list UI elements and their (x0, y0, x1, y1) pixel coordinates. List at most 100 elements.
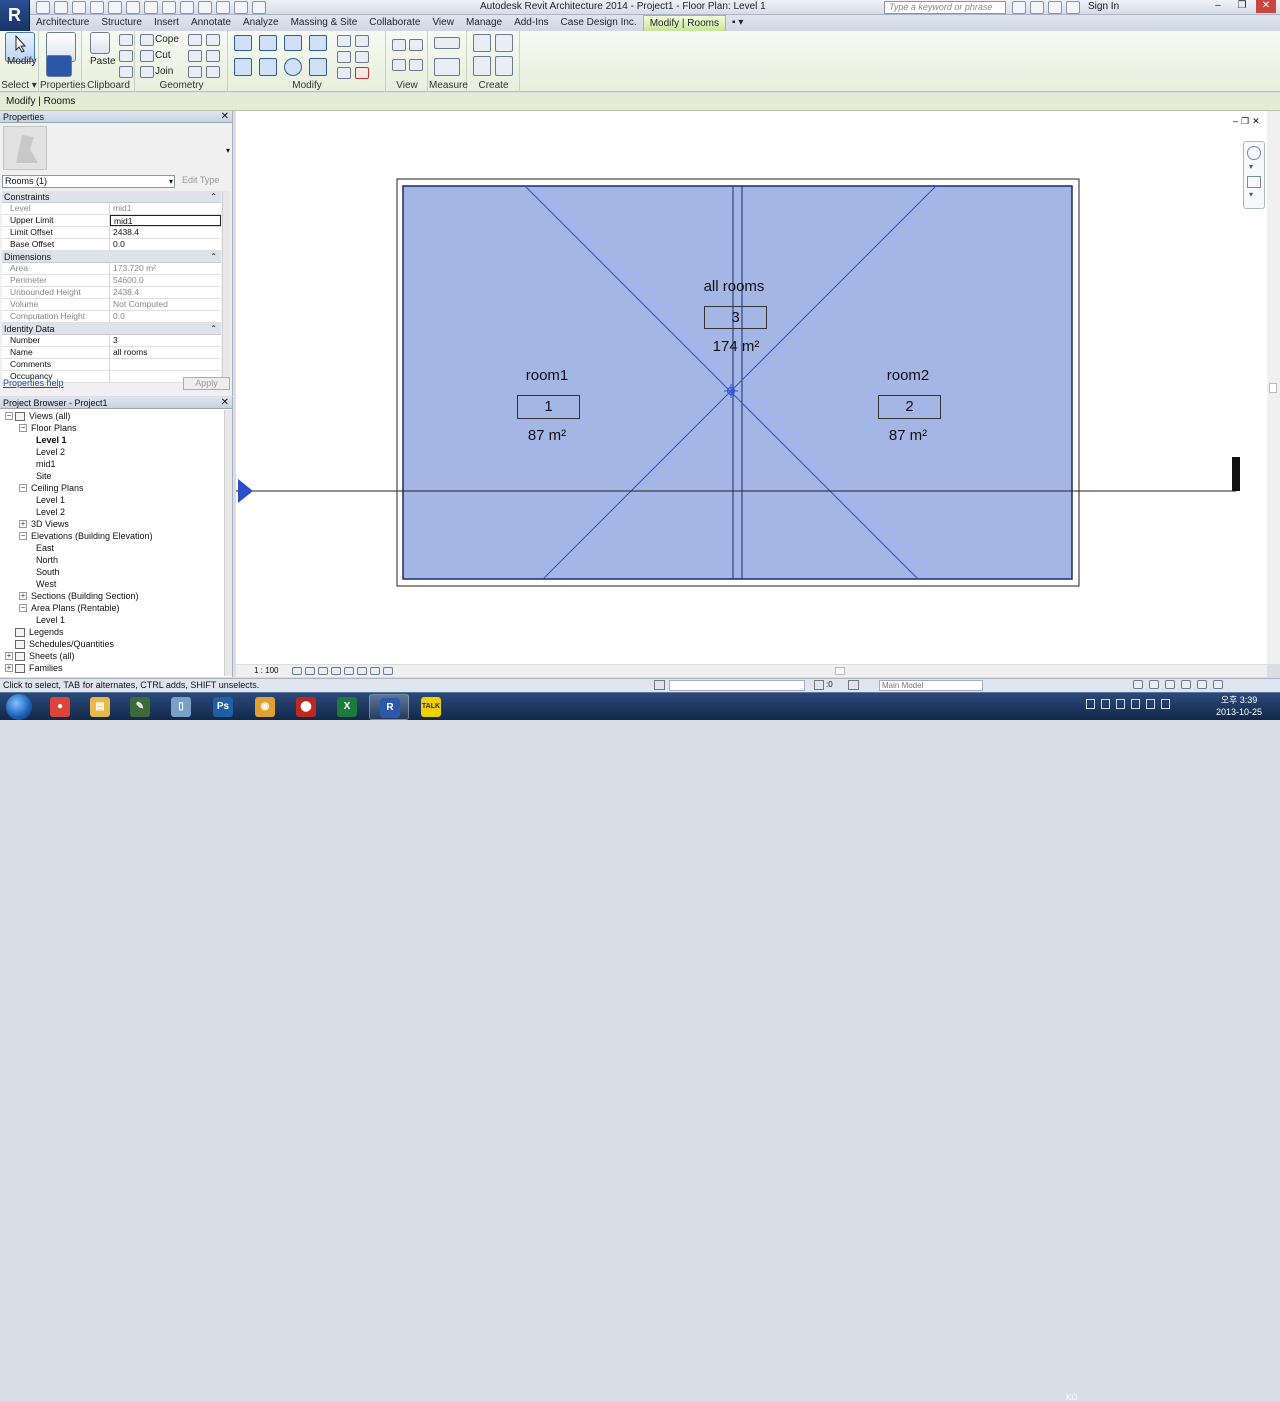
tab-massing-site[interactable]: Massing & Site (285, 15, 364, 31)
measure-between-icon[interactable] (434, 37, 460, 49)
properties-help-link[interactable]: Properties help (3, 378, 64, 388)
volume-icon[interactable] (1161, 699, 1170, 709)
binoculars-icon[interactable] (1012, 1, 1026, 14)
hide-in-view-icon[interactable] (392, 39, 406, 51)
print-icon[interactable] (126, 1, 140, 14)
tab-modify-rooms[interactable]: Modify | Rooms (642, 15, 726, 31)
trim-extend-icon[interactable] (309, 58, 327, 76)
browser-tree-node[interactable]: South (0, 566, 224, 578)
tab-collaborate[interactable]: Collaborate (363, 15, 426, 31)
demolish-icon[interactable] (206, 50, 220, 62)
edit-type-button[interactable]: Edit Type (182, 175, 219, 185)
tray-icon-4[interactable] (1131, 699, 1140, 709)
select-pinned-icon[interactable] (1165, 680, 1175, 689)
browser-tree-node[interactable]: East (0, 542, 224, 554)
browser-tree-node[interactable]: + Families (0, 662, 224, 674)
collapse-icon[interactable]: ⌃ (210, 323, 217, 335)
create-similar-icon[interactable] (495, 56, 513, 76)
collapse-icon[interactable]: − (19, 532, 27, 540)
tray-icon-2[interactable] (1101, 699, 1110, 709)
undo-icon[interactable] (90, 1, 104, 14)
scale-icon[interactable] (355, 51, 369, 63)
measure-icon[interactable] (144, 1, 158, 14)
temporary-hide-icon[interactable] (370, 667, 380, 675)
sun-path-icon[interactable] (318, 667, 328, 675)
property-group-header[interactable]: Identity Data ⌃ (2, 323, 221, 335)
paste-icon[interactable] (90, 32, 110, 54)
taskbar-app-photoshop[interactable]: Ps (203, 694, 243, 720)
browser-tree-node[interactable]: Schedules/Quantities (0, 638, 224, 650)
tab-analyze[interactable]: Analyze (237, 15, 285, 31)
browser-tree-node[interactable]: − Ceiling Plans (0, 482, 224, 494)
browser-tree-node[interactable]: Level 1 (0, 494, 224, 506)
properties-close-icon[interactable]: ✕ (221, 111, 229, 122)
expand-icon[interactable]: + (19, 592, 27, 600)
taskbar-app-kakaotalk[interactable]: TALK (411, 694, 451, 720)
cut-geometry-button[interactable]: Cut (155, 50, 171, 61)
cope-button[interactable]: Cope (155, 34, 179, 45)
property-group-header[interactable]: Constraints ⌃ (2, 191, 221, 203)
network-icon[interactable] (1146, 699, 1155, 709)
view-restore-icon[interactable]: ❐ (1241, 116, 1249, 127)
property-value[interactable]: mid1 (110, 215, 221, 226)
taskbar-app-tablet[interactable]: ▯ (161, 694, 201, 720)
redo-icon[interactable] (108, 1, 122, 14)
crop-view-icon[interactable] (344, 667, 354, 675)
worksets-icon[interactable] (654, 680, 665, 690)
favorites-icon[interactable] (1066, 1, 1080, 14)
browser-tree-node[interactable]: Site (0, 470, 224, 482)
taskbar-app-notes[interactable]: ✎ (120, 694, 160, 720)
dimension-icon[interactable] (162, 1, 176, 14)
move-icon[interactable] (234, 58, 252, 76)
browser-tree-node[interactable]: mid1 (0, 458, 224, 470)
collapse-icon[interactable]: − (19, 424, 27, 432)
ribbon-minimize-toggle[interactable]: ▪ ▾ (726, 15, 749, 31)
collapse-icon[interactable]: − (5, 412, 13, 420)
wall-joins-icon[interactable] (188, 50, 202, 62)
delete-icon[interactable] (355, 67, 369, 79)
browser-tree-node[interactable]: − Floor Plans (0, 422, 224, 434)
open-icon[interactable] (36, 1, 50, 14)
communication-icon[interactable] (1048, 1, 1062, 14)
create-group-icon[interactable] (473, 56, 491, 76)
canvas-vertical-scrollbar[interactable] (1267, 111, 1280, 664)
split-gap-icon[interactable] (355, 35, 369, 47)
taskbar-app-explorer[interactable]: ▤ (80, 694, 120, 720)
room-number-tag-2[interactable]: 2 (878, 395, 941, 419)
align-icon[interactable] (234, 35, 252, 51)
tab-insert[interactable]: Insert (148, 15, 185, 31)
mirror-axis-icon[interactable] (284, 35, 302, 51)
browser-tree-node[interactable]: West (0, 578, 224, 590)
zoom-icon[interactable] (1247, 176, 1261, 188)
save-icon[interactable] (54, 1, 68, 14)
tab-view[interactable]: View (426, 15, 460, 31)
select-dropdown[interactable]: Select ▾ (0, 80, 38, 91)
linework-icon[interactable] (392, 59, 406, 71)
workset-dropdown[interactable] (669, 680, 805, 691)
paint-icon[interactable] (206, 34, 220, 46)
application-menu-button[interactable]: R (0, 0, 30, 31)
restore-button[interactable]: ❐ (1232, 0, 1252, 13)
split-face-icon[interactable] (188, 34, 202, 46)
offset-icon[interactable] (259, 35, 277, 51)
drawing-canvas[interactable]: all rooms 3 174 m² room1 1 87 m² room2 2… (236, 111, 1267, 664)
cope-icon[interactable] (140, 34, 154, 46)
text-icon[interactable] (180, 1, 194, 14)
cut-geometry-icon[interactable] (140, 50, 154, 62)
sign-in-link[interactable]: Sign In (1088, 1, 1119, 12)
browser-tree-node[interactable]: Level 2 (0, 446, 224, 458)
join-icon[interactable] (140, 66, 154, 78)
tab-structure[interactable]: Structure (95, 15, 148, 31)
close-button[interactable]: ✕ (1256, 0, 1276, 13)
detail-level-icon[interactable] (292, 667, 302, 675)
match-type-icon[interactable] (119, 66, 133, 78)
browser-tree-node[interactable]: Level 1 (0, 434, 224, 446)
taskbar-app-paint[interactable]: ◉ (245, 694, 285, 720)
room-number-tag-3[interactable]: 3 (704, 306, 767, 329)
steering-wheel-icon[interactable] (1247, 146, 1261, 160)
browser-tree-node[interactable]: Level 2 (0, 506, 224, 518)
start-button[interactable] (6, 694, 32, 720)
browser-tree-node[interactable]: + Sheets (all) (0, 650, 224, 662)
create-assembly-icon[interactable] (473, 34, 491, 52)
property-value[interactable] (110, 359, 221, 370)
